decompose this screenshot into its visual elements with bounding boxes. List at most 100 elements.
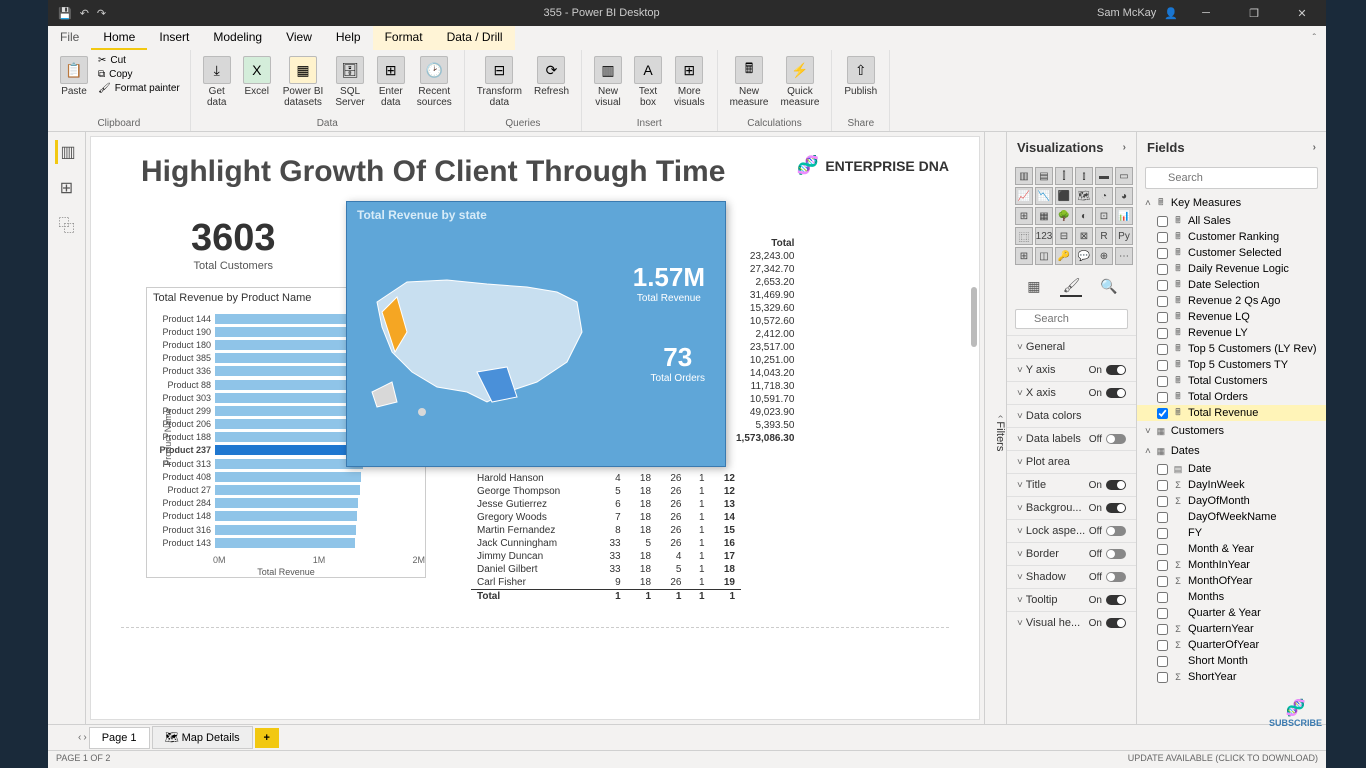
field-item[interactable]: 🖩Total Revenue — [1137, 405, 1326, 421]
field-item[interactable]: 🖩Total Orders — [1137, 389, 1326, 405]
maximize-button[interactable]: ❐ — [1234, 0, 1274, 26]
field-item[interactable]: 🖩Daily Revenue Logic — [1137, 261, 1326, 277]
report-view-button[interactable]: ▥ — [55, 140, 79, 164]
field-checkbox[interactable] — [1157, 312, 1168, 323]
field-item[interactable]: ΣMonthInYear — [1137, 557, 1326, 573]
format-tab-icon[interactable]: 🖌 — [1060, 275, 1082, 297]
paste-button[interactable]: 📋 Paste — [56, 54, 92, 99]
fields-search[interactable] — [1145, 167, 1318, 189]
viz-type-icon[interactable]: ◐ — [1075, 207, 1093, 225]
field-item[interactable]: ΣQuarternYear — [1137, 621, 1326, 637]
field-checkbox[interactable] — [1157, 480, 1168, 491]
viz-type-icon[interactable]: ◫ — [1035, 247, 1053, 265]
scroll-thumb[interactable] — [971, 287, 977, 347]
toggle[interactable]: On — [1089, 595, 1126, 606]
ribbon-collapse-icon[interactable]: ˆ — [1313, 33, 1326, 44]
field-checkbox[interactable] — [1157, 328, 1168, 339]
undo-icon[interactable]: ↶ — [80, 7, 89, 20]
format-section-lock-aspe-[interactable]: ˅ Lock aspe...Off — [1007, 519, 1136, 542]
fields-search-input[interactable] — [1145, 167, 1318, 189]
recent-sources-button[interactable]: 🕑Recent sources — [413, 54, 456, 110]
chevron-right-icon[interactable]: › — [1313, 142, 1316, 153]
bar-row[interactable]: Product 284 — [153, 497, 419, 510]
field-checkbox[interactable] — [1157, 360, 1168, 371]
field-item[interactable]: Quarter & Year — [1137, 605, 1326, 621]
viz-type-icon[interactable]: ⫿ — [1055, 167, 1073, 185]
bar-row[interactable]: Product 316 — [153, 523, 419, 536]
field-checkbox[interactable] — [1157, 544, 1168, 555]
toggle[interactable]: Off — [1089, 549, 1126, 560]
viz-type-icon[interactable]: ▭ — [1115, 167, 1133, 185]
cut-button[interactable]: ✂Cut — [96, 54, 182, 67]
field-item[interactable]: FY — [1137, 525, 1326, 541]
viz-type-icon[interactable]: 🗺 — [1075, 187, 1093, 205]
menu-data-drill[interactable]: Data / Drill — [435, 26, 515, 50]
field-checkbox[interactable] — [1157, 608, 1168, 619]
table-row[interactable]: Martin Fernandez81826115 — [471, 524, 741, 537]
toggle[interactable]: On — [1089, 618, 1126, 629]
field-item[interactable]: 🖩Revenue LY — [1137, 325, 1326, 341]
analytics-tab-icon[interactable]: 🔍 — [1098, 275, 1120, 297]
field-group-dates[interactable]: ˄▦Dates — [1137, 441, 1326, 461]
quick-measure-button[interactable]: ⚡Quick measure — [776, 54, 823, 110]
field-item[interactable]: 🖩Revenue LQ — [1137, 309, 1326, 325]
status-update[interactable]: UPDATE AVAILABLE (CLICK TO DOWNLOAD) — [1128, 753, 1318, 766]
viz-type-icon[interactable]: ⊟ — [1055, 227, 1073, 245]
table-row[interactable]: Gregory Woods71826114 — [471, 511, 741, 524]
field-item[interactable]: ΣQuarterOfYear — [1137, 637, 1326, 653]
menu-file[interactable]: File — [48, 26, 91, 50]
field-item[interactable]: 🖩Top 5 Customers (LY Rev) — [1137, 341, 1326, 357]
toggle[interactable]: On — [1089, 365, 1126, 376]
format-section-plot-area[interactable]: ˅ Plot area — [1007, 450, 1136, 473]
viz-type-icon[interactable]: ◔ — [1095, 187, 1113, 205]
field-checkbox[interactable] — [1157, 560, 1168, 571]
viz-type-icon[interactable]: 123 — [1035, 227, 1053, 245]
viz-type-icon[interactable]: ⊞ — [1015, 207, 1033, 225]
format-section-tooltip[interactable]: ˅ TooltipOn — [1007, 588, 1136, 611]
data-view-button[interactable]: ⊞ — [55, 176, 79, 200]
viz-type-icon[interactable]: ▥ — [1015, 167, 1033, 185]
format-painter-button[interactable]: 🖌Format painter — [96, 82, 182, 95]
field-item[interactable]: 🖩Total Customers — [1137, 373, 1326, 389]
page-tab-1[interactable]: Page 1 — [89, 727, 150, 749]
field-item[interactable]: Short Month — [1137, 653, 1326, 669]
field-checkbox[interactable] — [1157, 576, 1168, 587]
toggle[interactable]: On — [1089, 503, 1126, 514]
table-row[interactable]: Jimmy Duncan33184117 — [471, 550, 741, 563]
user-name[interactable]: Sam McKay — [1097, 7, 1156, 19]
user-avatar-icon[interactable]: 👤 — [1164, 7, 1178, 20]
redo-icon[interactable]: ↷ — [97, 7, 106, 20]
bar-row[interactable]: Product 408 — [153, 470, 419, 483]
viz-type-icon[interactable]: 🔑 — [1055, 247, 1073, 265]
viz-type-icon[interactable]: 📉 — [1035, 187, 1053, 205]
table-row[interactable]: Harold Hanson41826112 — [471, 472, 741, 485]
field-item[interactable]: 🖩Customer Ranking — [1137, 229, 1326, 245]
field-checkbox[interactable] — [1157, 296, 1168, 307]
field-checkbox[interactable] — [1157, 264, 1168, 275]
format-section-visual-he-[interactable]: ˅ Visual he...On — [1007, 611, 1136, 634]
fields-tab-icon[interactable]: ▦ — [1023, 275, 1045, 297]
enter-data-button[interactable]: ⊞Enter data — [373, 54, 409, 110]
field-checkbox[interactable] — [1157, 232, 1168, 243]
field-checkbox[interactable] — [1157, 512, 1168, 523]
viz-type-icon[interactable]: ⊞ — [1015, 247, 1033, 265]
viz-type-icon[interactable]: ▤ — [1035, 167, 1053, 185]
field-item[interactable]: DayOfWeekName — [1137, 509, 1326, 525]
field-checkbox[interactable] — [1157, 248, 1168, 259]
field-checkbox[interactable] — [1157, 344, 1168, 355]
viz-type-icon[interactable]: ▦ — [1035, 207, 1053, 225]
toggle[interactable]: Off — [1089, 434, 1126, 445]
add-page-button[interactable]: + — [255, 728, 279, 748]
publish-button[interactable]: ⇧Publish — [840, 54, 881, 99]
viz-type-icon[interactable]: ▬ — [1095, 167, 1113, 185]
toggle[interactable]: Off — [1089, 572, 1126, 583]
field-checkbox[interactable] — [1157, 376, 1168, 387]
field-group-key-measures[interactable]: ˄🖩Key Measures — [1137, 193, 1326, 213]
viz-type-icon[interactable]: ⿴ — [1015, 227, 1033, 245]
viz-type-icon[interactable]: ⊡ — [1095, 207, 1113, 225]
format-section-data-colors[interactable]: ˅ Data colors — [1007, 404, 1136, 427]
table-row[interactable]: Jack Cunningham33526116 — [471, 537, 741, 550]
format-section-title[interactable]: ˅ TitleOn — [1007, 473, 1136, 496]
viz-type-icon[interactable]: ⊠ — [1075, 227, 1093, 245]
field-checkbox[interactable] — [1157, 528, 1168, 539]
